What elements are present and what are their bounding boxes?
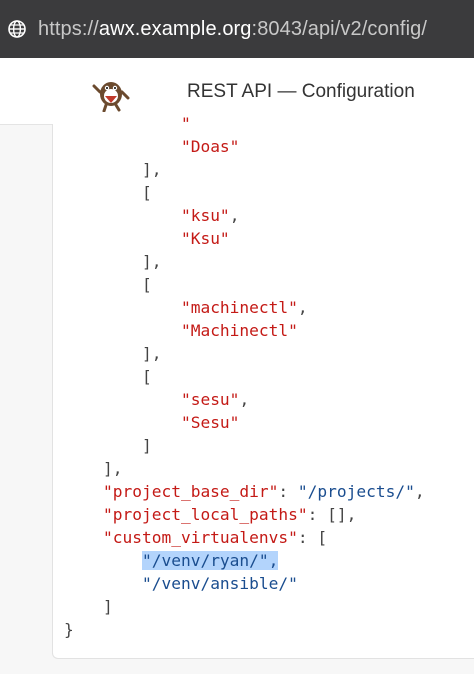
code-token: [	[64, 275, 152, 294]
code-token: ,	[414, 482, 425, 501]
code-line: [	[64, 273, 425, 296]
code-token: "/projects/"	[297, 482, 415, 501]
code-token: ],	[64, 252, 162, 271]
code-token: ,	[297, 298, 308, 317]
code-token: ,	[239, 390, 250, 409]
code-line: [	[64, 181, 425, 204]
code-token: "sesu"	[180, 390, 240, 409]
code-line: ],	[64, 158, 425, 181]
code-line: "Doas"	[64, 135, 425, 158]
url-host: awx.example.org	[98, 17, 252, 40]
code-token: "Machinectl"	[180, 321, 298, 340]
code-line: "project_base_dir": "/projects/",	[64, 480, 425, 503]
code-token: "	[180, 114, 191, 133]
code-token: ,	[229, 206, 240, 225]
code-token: "ksu"	[180, 206, 230, 225]
code-token: ]	[64, 436, 152, 455]
url-text[interactable]: https://awx.example.org:8043/api/v2/conf…	[38, 18, 427, 41]
code-token: ],	[64, 160, 162, 179]
code-token: "Sesu"	[180, 413, 240, 432]
code-line: "project_local_paths": [],	[64, 503, 425, 526]
code-token: : [],	[307, 505, 357, 524]
code-line: [	[64, 365, 425, 388]
code-line: "ksu",	[64, 204, 425, 227]
code-token: : [	[297, 528, 328, 547]
page-title: REST API — Configuration	[187, 81, 415, 102]
code-line: "machinectl",	[64, 296, 425, 319]
code-token: "Doas"	[180, 137, 240, 156]
code-line: "/venv/ansible/"	[64, 572, 425, 595]
code-line: ],	[64, 457, 425, 480]
code-token: ],	[64, 459, 123, 478]
code-line: "Ksu"	[64, 227, 425, 250]
code-line: "custom_virtualenvs": [	[64, 526, 425, 549]
code-token: "project_base_dir"	[102, 482, 279, 501]
code-token: "custom_virtualenvs"	[102, 528, 298, 547]
code-line: }	[64, 618, 425, 641]
code-token: "project_local_paths"	[102, 505, 308, 524]
code-line: "Machinectl"	[64, 319, 425, 342]
code-token: ]	[64, 597, 113, 616]
code-token: "/venv/ryan/",	[141, 551, 279, 570]
code-token: "machinectl"	[180, 298, 298, 317]
code-token: }	[64, 620, 74, 639]
code-line: ],	[64, 342, 425, 365]
browser-address-bar[interactable]: https://awx.example.org:8043/api/v2/conf…	[0, 0, 474, 58]
code-token: [	[64, 367, 152, 386]
json-response-body: " "Doas" ], [ "ksu", "Ksu" ], [ "machine…	[64, 112, 425, 641]
code-token: ],	[64, 344, 162, 363]
awx-mascot-logo[interactable]	[92, 72, 130, 113]
code-token: [	[64, 183, 152, 202]
code-line: ]	[64, 595, 425, 618]
code-line: "	[64, 112, 425, 135]
code-line: ],	[64, 250, 425, 273]
code-line: "sesu",	[64, 388, 425, 411]
url-scheme: https://	[38, 17, 99, 40]
url-path: :8043/api/v2/config/	[251, 17, 427, 40]
code-line: "/venv/ryan/",	[64, 549, 425, 572]
code-token: "/venv/ansible/"	[141, 574, 298, 593]
globe-icon	[8, 20, 26, 38]
code-line: ]	[64, 434, 425, 457]
code-token: :	[278, 482, 298, 501]
code-token: "Ksu"	[180, 229, 230, 248]
code-line: "Sesu"	[64, 411, 425, 434]
